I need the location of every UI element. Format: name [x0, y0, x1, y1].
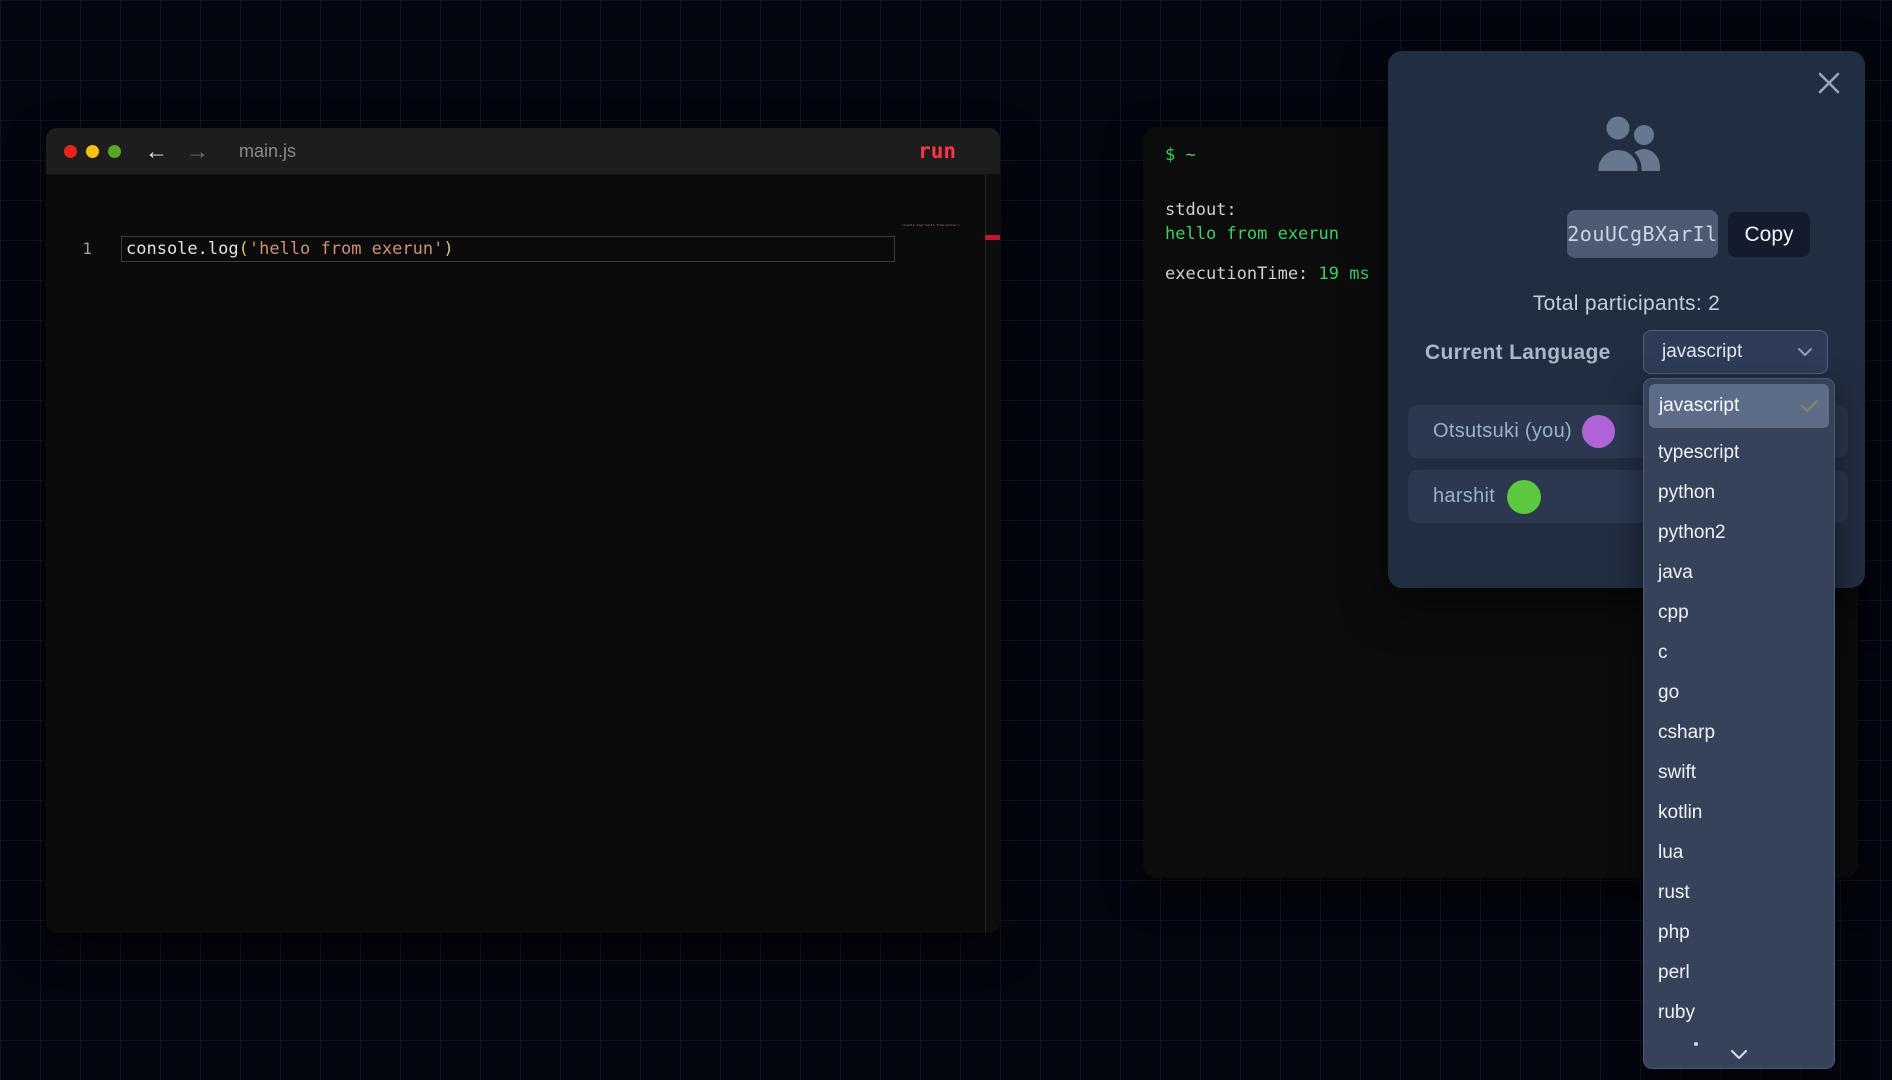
participant-status-dot: [1507, 480, 1541, 514]
app-background: ← → main.js run 1 console.log('hello fro…: [0, 0, 1892, 1080]
language-option-perl[interactable]: perl: [1644, 953, 1834, 993]
code-paren-open: (: [239, 239, 249, 259]
execution-time-value: 19 ms: [1319, 264, 1370, 284]
close-window-button[interactable]: [64, 145, 77, 158]
total-participants-label: Total participants: 2: [1388, 292, 1865, 316]
copy-button[interactable]: Copy: [1728, 212, 1810, 257]
scroll-down-indicator[interactable]: [1644, 1049, 1834, 1061]
forward-arrow-icon[interactable]: →: [186, 140, 209, 163]
maximize-window-button[interactable]: [108, 145, 121, 158]
language-select-button[interactable]: javascript: [1643, 330, 1828, 374]
participant-status-dot: [1582, 415, 1615, 448]
code-paren-close: ): [443, 239, 453, 259]
close-icon[interactable]: [1815, 69, 1843, 97]
code-editor-area[interactable]: 1 console.log('hello from exerun') conso…: [46, 175, 1000, 932]
check-icon: [1800, 399, 1819, 413]
minimize-window-button[interactable]: [86, 145, 99, 158]
selected-language-value: javascript: [1662, 341, 1742, 363]
language-option-selected[interactable]: javascript: [1649, 384, 1829, 428]
language-option-lua[interactable]: lua: [1644, 833, 1834, 873]
participant-name: Otsutsuki (you): [1433, 420, 1572, 443]
code-string: 'hello from exerun': [249, 239, 443, 259]
language-option-java[interactable]: java: [1644, 553, 1834, 593]
language-dropdown: javascript typescriptpythonpython2javacp…: [1643, 378, 1835, 1069]
language-option-cpp[interactable]: cpp: [1644, 593, 1834, 633]
language-option-rust[interactable]: rust: [1644, 873, 1834, 913]
room-id-box[interactable]: 2ouUCgBXarIl: [1567, 210, 1718, 258]
language-option-ruby[interactable]: ruby: [1644, 993, 1834, 1033]
line-number: 1: [46, 237, 92, 261]
language-option-python[interactable]: python: [1644, 473, 1834, 513]
selected-option-label: javascript: [1659, 395, 1739, 417]
language-option-python2[interactable]: python2: [1644, 513, 1834, 553]
minimap[interactable]: console.log('hello from exerun'): [902, 223, 982, 227]
code-function: console.log: [126, 239, 239, 259]
clipped-option: [1694, 1042, 1698, 1046]
language-option-swift[interactable]: swift: [1644, 753, 1834, 793]
language-option-kotlin[interactable]: kotlin: [1644, 793, 1834, 833]
language-option-c[interactable]: c: [1644, 633, 1834, 673]
ruler-marker: [985, 235, 1000, 240]
overview-ruler[interactable]: [986, 175, 1000, 932]
editor-header: ← → main.js run: [46, 128, 1000, 175]
file-title: main.js: [239, 141, 296, 162]
run-button[interactable]: run: [918, 139, 956, 163]
code-line[interactable]: console.log('hello from exerun'): [126, 237, 454, 261]
participant-name: harshit: [1433, 485, 1495, 508]
language-option-csharp[interactable]: csharp: [1644, 713, 1834, 753]
current-language-label: Current Language: [1425, 341, 1611, 365]
participants-icon: [1588, 113, 1666, 171]
language-option-php[interactable]: php: [1644, 913, 1834, 953]
editor-window: ← → main.js run 1 console.log('hello fro…: [46, 128, 1000, 933]
language-option-go[interactable]: go: [1644, 673, 1834, 713]
execution-time-label: executionTime:: [1165, 264, 1308, 284]
back-arrow-icon[interactable]: ←: [145, 140, 168, 163]
window-controls: [64, 145, 121, 158]
chevron-down-icon: [1797, 347, 1813, 357]
language-option-typescript[interactable]: typescript: [1644, 433, 1834, 473]
language-list: typescriptpythonpython2javacppcgocsharps…: [1644, 433, 1834, 1033]
